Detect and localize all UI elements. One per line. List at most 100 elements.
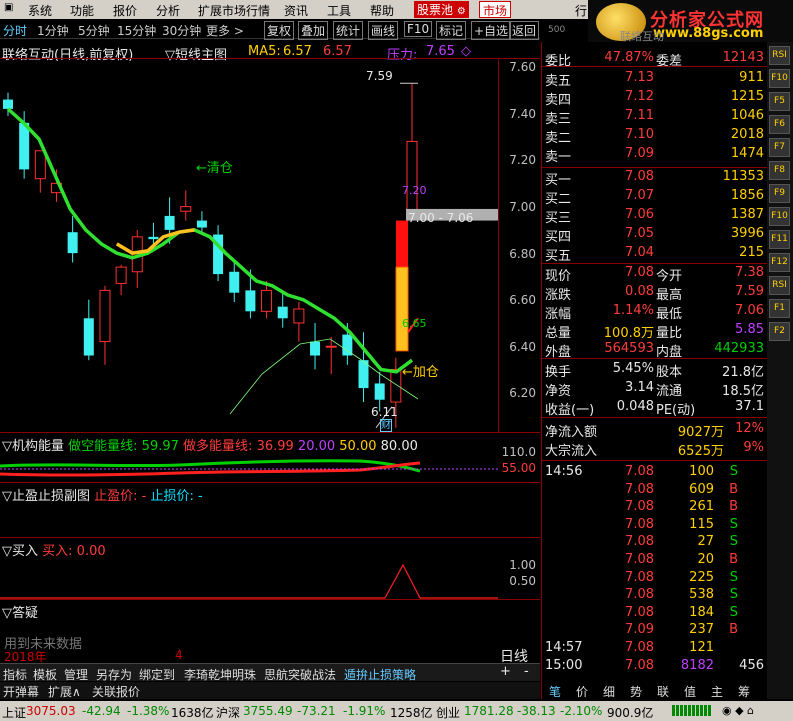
tick-direction: S bbox=[729, 534, 738, 550]
quote-tab-xi[interactable]: 细 bbox=[603, 683, 615, 700]
bid-label: 买三 bbox=[545, 211, 572, 226]
sidebar-tool-icon[interactable]: F5 bbox=[769, 92, 790, 111]
menu-extended-market[interactable]: 扩展市场行情 bbox=[198, 2, 270, 19]
menu-system[interactable]: 系统 bbox=[28, 2, 52, 19]
sidebar-tool-icon[interactable]: RSI bbox=[769, 276, 790, 295]
signal-icon[interactable]: ◉ ◆ ⌂ bbox=[722, 704, 754, 717]
zoom-out-button[interactable]: - bbox=[524, 664, 529, 679]
draw-line-button[interactable]: 画线 bbox=[368, 21, 399, 40]
quote-tab-zhi[interactable]: 值 bbox=[684, 683, 696, 700]
buy-signal-panel[interactable]: ▽买入 买入: 0.00 1.00 0.50 bbox=[0, 537, 540, 599]
ma-value: 6.57 bbox=[283, 44, 312, 59]
quote-tab-lian[interactable]: 联 bbox=[657, 683, 669, 700]
mark-button[interactable]: 标记 bbox=[436, 21, 467, 40]
buy-signal-svg bbox=[0, 563, 498, 599]
stats-button[interactable]: 统计 bbox=[333, 21, 364, 40]
ask-row[interactable]: 卖三 7.11 1046 bbox=[542, 108, 768, 127]
quote-tab-bi[interactable]: 笔 bbox=[549, 683, 561, 700]
related-quote-button[interactable]: 关联报价 bbox=[92, 683, 140, 700]
sz-label[interactable]: 沪深 bbox=[216, 704, 240, 721]
sidebar-tool-icon[interactable]: F7 bbox=[769, 138, 790, 157]
sidebar-tool-icon[interactable]: F6 bbox=[769, 115, 790, 134]
thin-support-line bbox=[229, 338, 419, 415]
menu-tools[interactable]: 工具 bbox=[327, 2, 351, 19]
tab-stoploss-strategy[interactable]: 遁拚止损策略 bbox=[344, 666, 416, 683]
period-tab-5min[interactable]: 5分钟 bbox=[78, 22, 110, 39]
menu-news[interactable]: 资讯 bbox=[284, 2, 308, 19]
market-button[interactable]: 市场 bbox=[479, 1, 512, 18]
stock-pool-button[interactable]: 股票池 ⚙ bbox=[414, 1, 469, 18]
menu-quote[interactable]: 报价 bbox=[113, 2, 137, 19]
tab-template[interactable]: 模板 bbox=[33, 666, 57, 683]
sidebar-tool-icon[interactable]: F2 bbox=[769, 322, 790, 341]
period-tab-fenshi[interactable]: 分时 bbox=[3, 22, 27, 39]
ask-row[interactable]: 卖一 7.09 1474 bbox=[542, 146, 768, 165]
sidebar-tool-icon[interactable]: F8 bbox=[769, 161, 790, 180]
menu-trade[interactable]: 行 bbox=[575, 2, 587, 19]
ask-volume: 2018 bbox=[730, 127, 764, 142]
finance-marker[interactable]: 财 bbox=[380, 419, 392, 432]
tick-row: 7.08 261 B bbox=[542, 499, 768, 516]
overlay-button[interactable]: 叠加 bbox=[298, 21, 329, 40]
tab-manage[interactable]: 管理 bbox=[64, 666, 88, 683]
period-tab-15min[interactable]: 15分钟 bbox=[117, 22, 156, 39]
bid-row[interactable]: 买二 7.07 1856 bbox=[542, 188, 768, 207]
sidebar-tool-icon[interactable]: F11 bbox=[769, 230, 790, 249]
qa-panel[interactable]: ▽答疑 用到未来数据 bbox=[0, 599, 540, 652]
institution-energy-panel[interactable]: ▽机构能量 做空能量线: 59.97 做多能量线: 36.99 20.00 50… bbox=[0, 432, 540, 482]
bid-row[interactable]: 买五 7.04 215 bbox=[542, 245, 768, 264]
add-watchlist-button[interactable]: +自选 bbox=[471, 21, 512, 40]
bid-row[interactable]: 买三 7.06 1387 bbox=[542, 207, 768, 226]
sidebar-tool-icon[interactable]: F1 bbox=[769, 299, 790, 318]
app-icon[interactable]: ▣ bbox=[4, 2, 13, 13]
tick-direction: B bbox=[729, 552, 738, 567]
market-breadth-bar bbox=[672, 705, 712, 716]
ask-row[interactable]: 卖二 7.10 2018 bbox=[542, 127, 768, 146]
bid-price: 7.05 bbox=[625, 226, 654, 241]
tick-direction: B bbox=[729, 499, 738, 515]
tick-volume: 20 bbox=[697, 552, 714, 567]
ask-row[interactable]: 卖五 7.13 911 bbox=[542, 70, 768, 89]
quote-tab-jia[interactable]: 价 bbox=[576, 683, 588, 700]
period-tab-1min[interactable]: 1分钟 bbox=[37, 22, 69, 39]
period-label[interactable]: 日线 bbox=[500, 646, 528, 666]
sh-label[interactable]: 上证 bbox=[2, 704, 26, 721]
period-tab-30min[interactable]: 30分钟 bbox=[162, 22, 201, 39]
quote-tab-chou[interactable]: 筹 bbox=[738, 683, 750, 700]
y-tick: 6.80 bbox=[509, 247, 536, 261]
period-tab-more[interactable]: 更多 > bbox=[206, 22, 244, 39]
tab-bind-to[interactable]: 绑定到 bbox=[139, 666, 175, 683]
extend-button[interactable]: 扩展∧ bbox=[48, 683, 81, 700]
stop-profit-panel[interactable]: ▽止盈止损副图 止盈价: - 止损价: - bbox=[0, 482, 540, 537]
tab-sihang[interactable]: 思航突破战法 bbox=[264, 666, 336, 683]
candlestick-chart[interactable]: 7.59 7.00 - 7.06 7.20 6.65 ←清仓 ←加仓 6.11 … bbox=[0, 58, 540, 432]
sidebar-tool-icon[interactable]: RSI bbox=[769, 46, 790, 65]
bid-row[interactable]: 买四 7.05 3996 bbox=[542, 226, 768, 245]
quote-tab-zhu[interactable]: 主 bbox=[711, 683, 723, 700]
menu-function[interactable]: 功能 bbox=[70, 2, 94, 19]
sidebar-tool-icon[interactable]: F10 bbox=[769, 207, 790, 226]
sidebar-tool-icon[interactable]: F12 bbox=[769, 253, 790, 272]
sidebar-tool-icon[interactable]: F9 bbox=[769, 184, 790, 203]
tick-direction: B bbox=[729, 622, 738, 638]
buy-signal-line bbox=[0, 563, 498, 599]
bid-price: 7.08 bbox=[625, 169, 654, 184]
stat-value: 7.59 bbox=[735, 284, 764, 299]
f10-button[interactable]: F10 bbox=[404, 21, 433, 37]
back-button[interactable]: 返回 bbox=[509, 21, 540, 40]
danmu-button[interactable]: 开弹幕 bbox=[3, 683, 39, 700]
fuquan-button[interactable]: 复权 bbox=[264, 21, 295, 40]
ask-row[interactable]: 卖四 7.12 1215 bbox=[542, 89, 768, 108]
menu-help[interactable]: 帮助 bbox=[370, 2, 394, 19]
y-tick: 7.60 bbox=[509, 60, 536, 74]
sidebar-tool-icon[interactable]: F10 bbox=[769, 69, 790, 88]
cy-label[interactable]: 创业 bbox=[436, 704, 460, 721]
zoom-in-button[interactable]: + bbox=[500, 664, 511, 679]
quote-tab-shi[interactable]: 势 bbox=[630, 683, 642, 700]
stat2-value: 21.8亿 bbox=[722, 365, 764, 380]
tab-save-as[interactable]: 另存为 bbox=[96, 666, 132, 683]
tab-indicator[interactable]: 指标 bbox=[3, 666, 27, 683]
menu-analysis[interactable]: 分析 bbox=[156, 2, 180, 19]
tab-liqi[interactable]: 李琦乾坤明珠 bbox=[184, 666, 256, 683]
bid-row[interactable]: 买一 7.08 11353 bbox=[542, 169, 768, 188]
